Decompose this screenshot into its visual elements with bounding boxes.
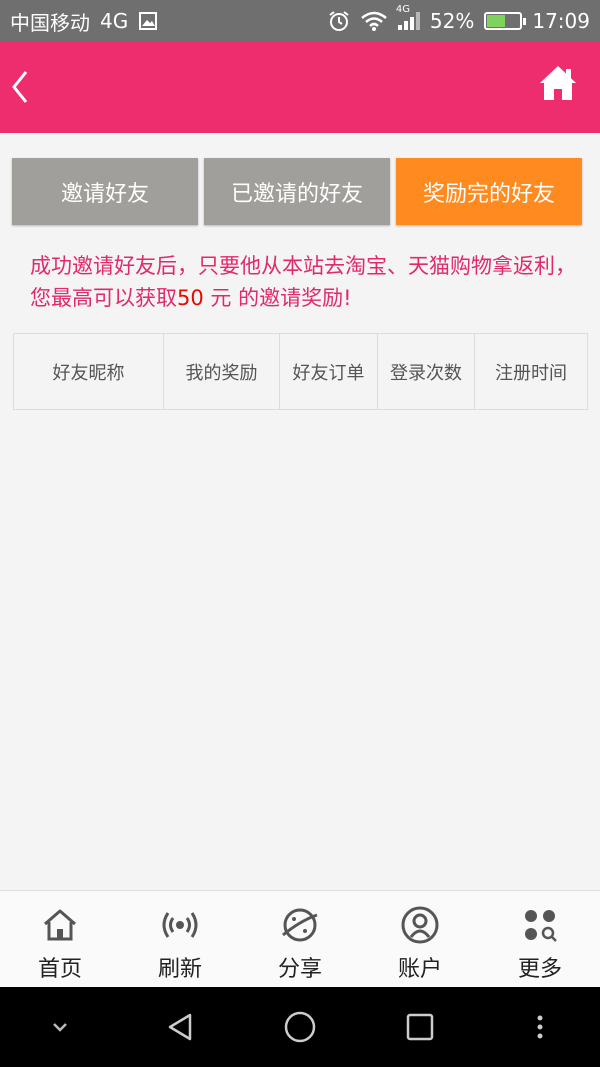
- collapse-button[interactable]: [30, 997, 90, 1057]
- nav-label-account: 账户: [397, 957, 442, 982]
- battery-icon: [484, 12, 527, 30]
- tab-invite-friends[interactable]: 邀请好友: [12, 158, 198, 225]
- column-header-nickname: 好友昵称: [14, 334, 164, 409]
- system-nav-bar: [0, 987, 600, 1067]
- reward-amount: 50: [177, 286, 204, 310]
- network-label: 4G: [100, 9, 129, 33]
- system-home-button[interactable]: [270, 997, 330, 1057]
- status-bar-right: 4G 52% 17:09: [328, 4, 590, 33]
- planet-icon: [282, 908, 318, 942]
- column-header-my-reward: 我的奖励: [164, 334, 280, 409]
- back-triangle-icon: [168, 1013, 192, 1041]
- recents-square-icon: [406, 1013, 434, 1041]
- nav-label-more: 更多: [517, 957, 562, 982]
- nav-item-more[interactable]: 更多: [480, 891, 600, 987]
- alarm-icon: [328, 10, 350, 32]
- notice-text-after: 元 的邀请奖励!: [203, 286, 352, 310]
- tab-bar: 邀请好友 已邀请的好友 奖励完的好友: [12, 158, 582, 225]
- system-recents-button[interactable]: [390, 997, 450, 1057]
- nav-item-account[interactable]: 账户: [360, 891, 480, 987]
- broadcast-icon: [162, 912, 198, 938]
- overflow-menu-button[interactable]: [510, 997, 570, 1057]
- overflow-dots-icon: [537, 1015, 543, 1039]
- wifi-icon: [360, 10, 388, 32]
- clock: 17:09: [532, 9, 590, 33]
- battery-percent: 52%: [429, 9, 475, 33]
- nav-item-home[interactable]: 首页: [0, 891, 120, 987]
- tab-invited-friends[interactable]: 已邀请的好友: [204, 158, 390, 225]
- column-header-login-count: 登录次数: [378, 334, 475, 409]
- back-button[interactable]: [6, 60, 46, 114]
- invite-notice: 成功邀请好友后，只要他从本站去淘宝、天猫购物拿返利，您最高可以获取50 元 的邀…: [30, 250, 585, 314]
- status-bar: 中国移动 4G 4G 52% 17:09: [0, 0, 600, 42]
- nav-label-share: 分享: [277, 957, 322, 982]
- account-icon: [401, 906, 439, 944]
- signal-badge: 4G: [395, 4, 411, 15]
- home-button[interactable]: [538, 62, 578, 106]
- carrier-label: 中国移动: [10, 10, 90, 35]
- column-header-friend-orders: 好友订单: [280, 334, 378, 409]
- nav-item-refresh[interactable]: 刷新: [120, 891, 240, 987]
- system-back-button[interactable]: [150, 997, 210, 1057]
- nav-item-share[interactable]: 分享: [240, 891, 360, 987]
- home-circle-icon: [284, 1011, 316, 1043]
- home-icon: [540, 66, 576, 100]
- home-icon: [44, 909, 76, 941]
- bottom-nav: 首页 刷新 分享 账户 更多: [0, 890, 600, 987]
- image-icon: [138, 11, 158, 31]
- header-bar: [0, 42, 600, 133]
- friends-table: 好友昵称 我的奖励 好友订单 登录次数 注册时间: [13, 333, 588, 410]
- status-bar-left: 中国移动 4G: [10, 7, 158, 36]
- collapse-icon: [53, 1023, 67, 1032]
- tab-rewarded-friends[interactable]: 奖励完的好友: [396, 158, 582, 225]
- nav-label-home: 首页: [37, 957, 82, 982]
- nav-label-refresh: 刷新: [157, 957, 202, 982]
- more-grid-icon: [525, 910, 557, 942]
- signal-icon: 4G: [396, 4, 420, 30]
- back-chevron-icon: [12, 71, 28, 103]
- column-header-register-time: 注册时间: [495, 362, 567, 384]
